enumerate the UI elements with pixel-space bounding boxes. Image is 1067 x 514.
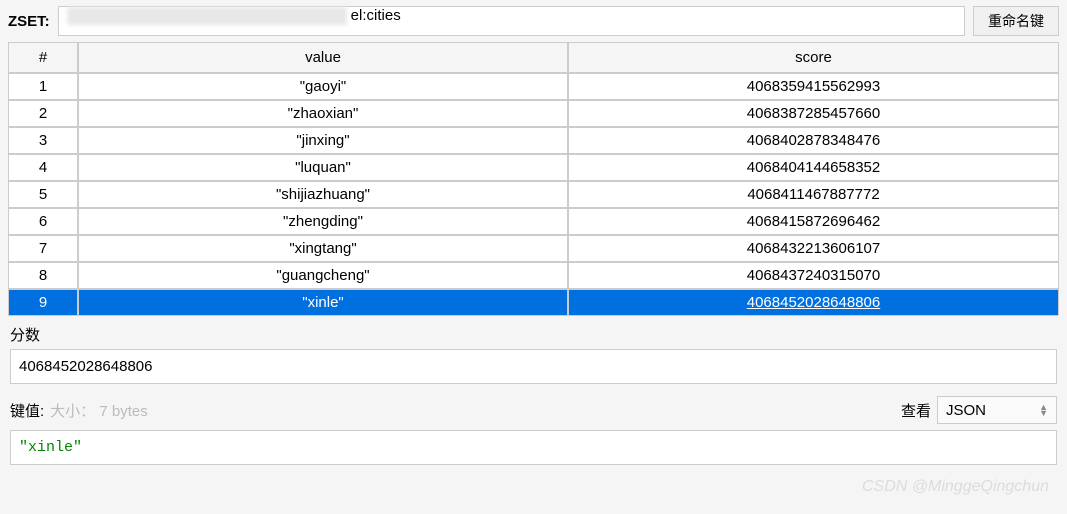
view-format-label: 查看 <box>901 400 931 421</box>
cell-value: "zhengding" <box>78 208 568 235</box>
cell-score: 4068452028648806 <box>568 289 1059 316</box>
chevron-updown-icon: ▲▼ <box>1039 404 1048 416</box>
table-row[interactable]: 4"luquan"4068404144658352 <box>8 154 1059 181</box>
score-section-label: 分数 <box>0 316 1067 349</box>
cell-index: 5 <box>8 181 78 208</box>
cell-value: "guangcheng" <box>78 262 568 289</box>
cell-value: "zhaoxian" <box>78 100 568 127</box>
member-value-display[interactable]: "xinle" <box>10 430 1057 465</box>
table-row[interactable]: 9"xinle"4068452028648806 <box>8 289 1059 316</box>
rename-key-button[interactable]: 重命名键 <box>973 6 1059 36</box>
key-suffix: el:cities <box>351 7 401 24</box>
watermark-text: CSDN @MinggeQingchun <box>862 478 1049 496</box>
column-header-value[interactable]: value <box>78 42 568 73</box>
cell-score: 4068402878348476 <box>568 127 1059 154</box>
cell-index: 1 <box>8 73 78 100</box>
cell-value: "xinle" <box>78 289 568 316</box>
cell-index: 6 <box>8 208 78 235</box>
table-row[interactable]: 6"zhengding"4068415872696462 <box>8 208 1059 235</box>
cell-value: "jinxing" <box>78 127 568 154</box>
table-row[interactable]: 3"jinxing"4068402878348476 <box>8 127 1059 154</box>
key-name-input[interactable]: el:cities <box>58 6 965 36</box>
cell-score: 4068387285457660 <box>568 100 1059 127</box>
table-row[interactable]: 8"guangcheng"4068437240315070 <box>8 262 1059 289</box>
cell-value: "gaoyi" <box>78 73 568 100</box>
cell-value: "xingtang" <box>78 235 568 262</box>
cell-index: 3 <box>8 127 78 154</box>
cell-score: 4068432213606107 <box>568 235 1059 262</box>
cell-score: 4068404144658352 <box>568 154 1059 181</box>
table-row[interactable]: 2"zhaoxian"4068387285457660 <box>8 100 1059 127</box>
cell-index: 2 <box>8 100 78 127</box>
redacted-key-prefix <box>67 7 347 25</box>
cell-value: "shijiazhuang" <box>78 181 568 208</box>
cell-score: 4068359415562993 <box>568 73 1059 100</box>
cell-index: 8 <box>8 262 78 289</box>
score-value-display[interactable]: 4068452028648806 <box>10 349 1057 384</box>
column-header-index[interactable]: # <box>8 42 78 73</box>
keyvalue-size-text: 大小： 7 bytes <box>50 400 895 421</box>
view-format-value: JSON <box>946 402 986 419</box>
cell-score: 4068411467887772 <box>568 181 1059 208</box>
cell-index: 9 <box>8 289 78 316</box>
column-header-score[interactable]: score <box>568 42 1059 73</box>
cell-score: 4068415872696462 <box>568 208 1059 235</box>
table-row[interactable]: 5"shijiazhuang"4068411467887772 <box>8 181 1059 208</box>
zset-members-table: # value score 1"gaoyi"40683594155629932"… <box>8 42 1059 316</box>
table-row[interactable]: 7"xingtang"4068432213606107 <box>8 235 1059 262</box>
cell-value: "luquan" <box>78 154 568 181</box>
cell-score: 4068437240315070 <box>568 262 1059 289</box>
view-format-select[interactable]: JSON ▲▼ <box>937 396 1057 424</box>
cell-index: 4 <box>8 154 78 181</box>
table-row[interactable]: 1"gaoyi"4068359415562993 <box>8 73 1059 100</box>
keyvalue-label: 键值: <box>10 400 44 421</box>
zset-type-label: ZSET: <box>8 13 50 30</box>
cell-index: 7 <box>8 235 78 262</box>
